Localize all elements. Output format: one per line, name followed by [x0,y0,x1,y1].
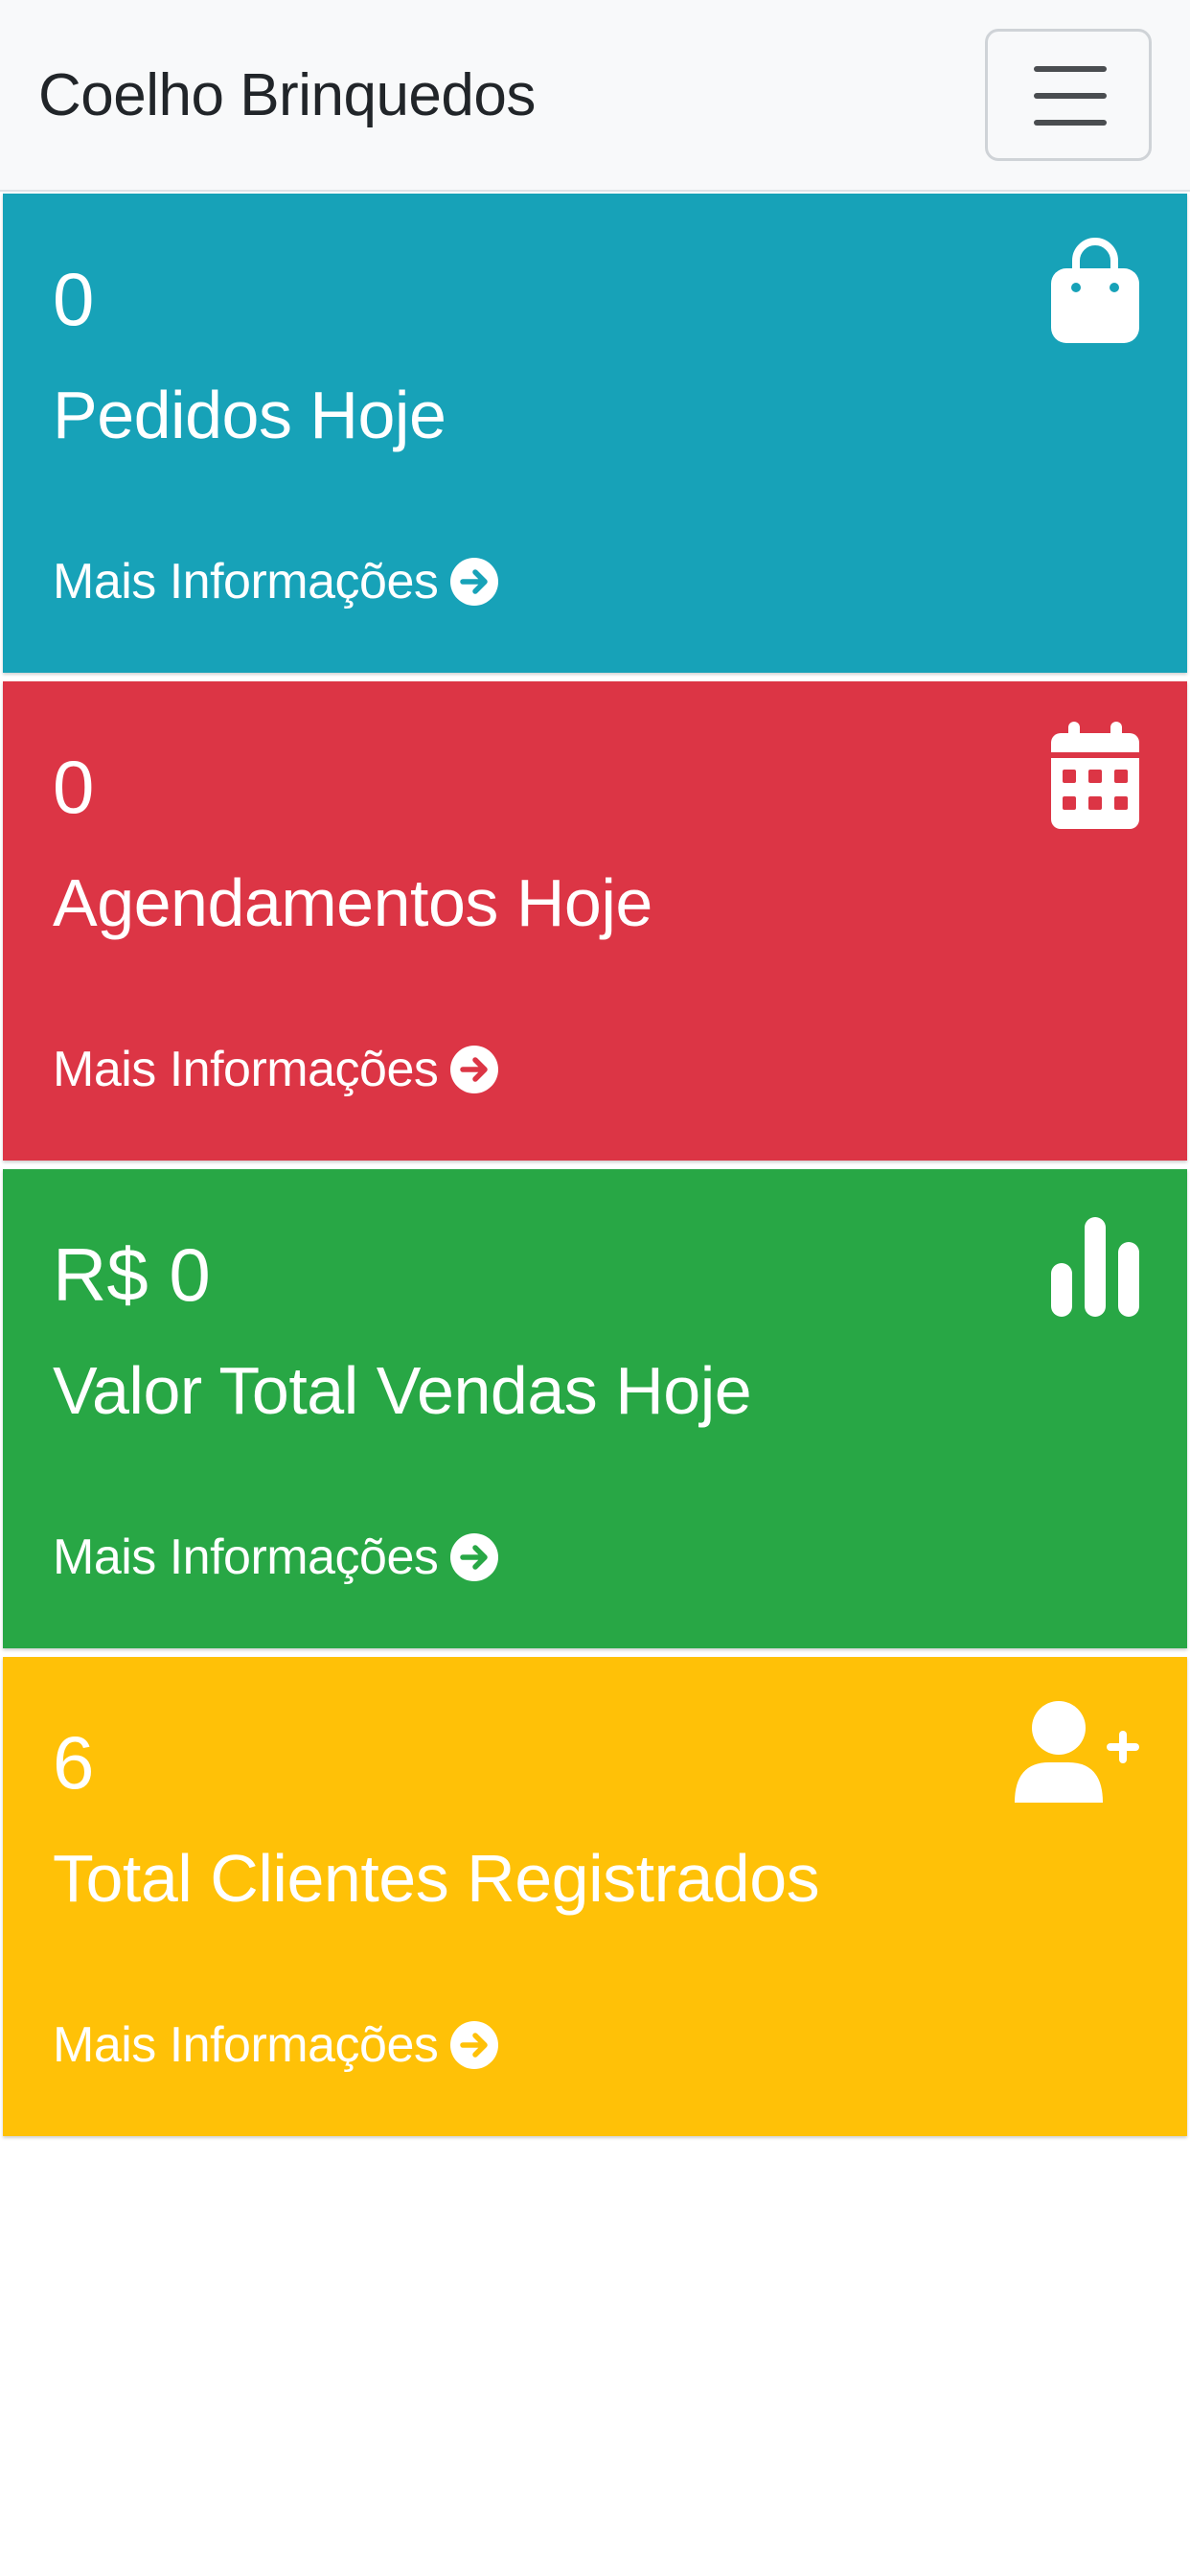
card-label: Pedidos Hoje [53,378,446,452]
user-plus-icon [1015,1701,1139,1803]
card-agendamentos-hoje: 0 Agendamentos Hoje Mais Informações [3,681,1187,1161]
card-pedidos-hoje: 0 Pedidos Hoje Mais Informações [3,194,1187,673]
arrow-circle-right-icon [450,2021,499,2069]
card-value: R$ 0 [53,1232,211,1317]
card-value: 6 [53,1720,95,1805]
card-label: Agendamentos Hoje [53,865,652,940]
navbar: Coelho Brinquedos [0,0,1190,192]
card-total-clientes-registrados: 6 Total Clientes Registrados Mais Inform… [3,1657,1187,2136]
more-info-link[interactable]: Mais Informações [53,2012,499,2079]
more-info-label: Mais Informações [53,2017,439,2073]
shopping-bag-icon [1051,238,1139,343]
card-label: Valor Total Vendas Hoje [53,1353,752,1428]
dashboard-cards: 0 Pedidos Hoje Mais Informações 0 Agenda… [0,194,1190,2145]
more-info-link[interactable]: Mais Informações [53,1036,499,1103]
more-info-link[interactable]: Mais Informações [53,1524,499,1591]
card-value: 0 [53,745,95,829]
arrow-circle-right-icon [450,1046,499,1093]
arrow-circle-right-icon [450,558,499,606]
card-valor-total-vendas-hoje: R$ 0 Valor Total Vendas Hoje Mais Inform… [3,1169,1187,1648]
arrow-circle-right-icon [450,1533,499,1581]
more-info-link[interactable]: Mais Informações [53,548,499,615]
more-info-label: Mais Informações [53,554,439,610]
card-label: Total Clientes Registrados [53,1841,820,1916]
navbar-toggle-button[interactable] [985,29,1152,161]
calendar-icon [1051,722,1139,829]
more-info-label: Mais Informações [53,1530,439,1585]
more-info-label: Mais Informações [53,1042,439,1097]
card-value: 0 [53,257,95,341]
bar-chart-icon [1051,1217,1139,1317]
brand-title[interactable]: Coelho Brinquedos [38,56,536,136]
